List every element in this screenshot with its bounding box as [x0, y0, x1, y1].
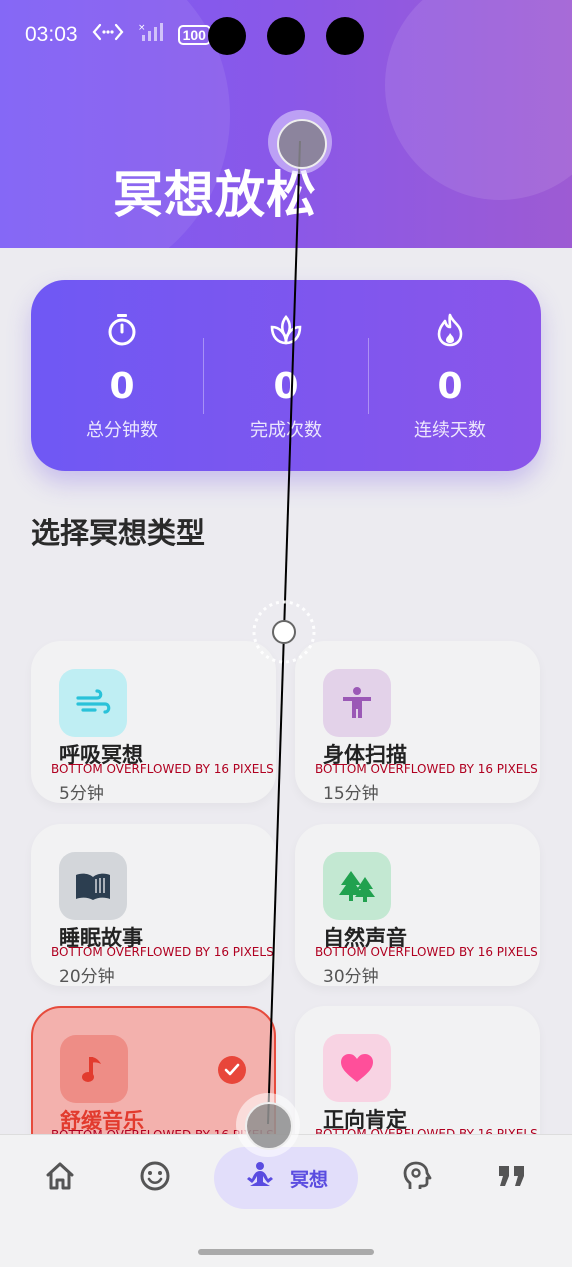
gesture-trace — [252, 140, 316, 1125]
touch-point — [245, 1102, 293, 1150]
touch-point — [277, 119, 327, 169]
